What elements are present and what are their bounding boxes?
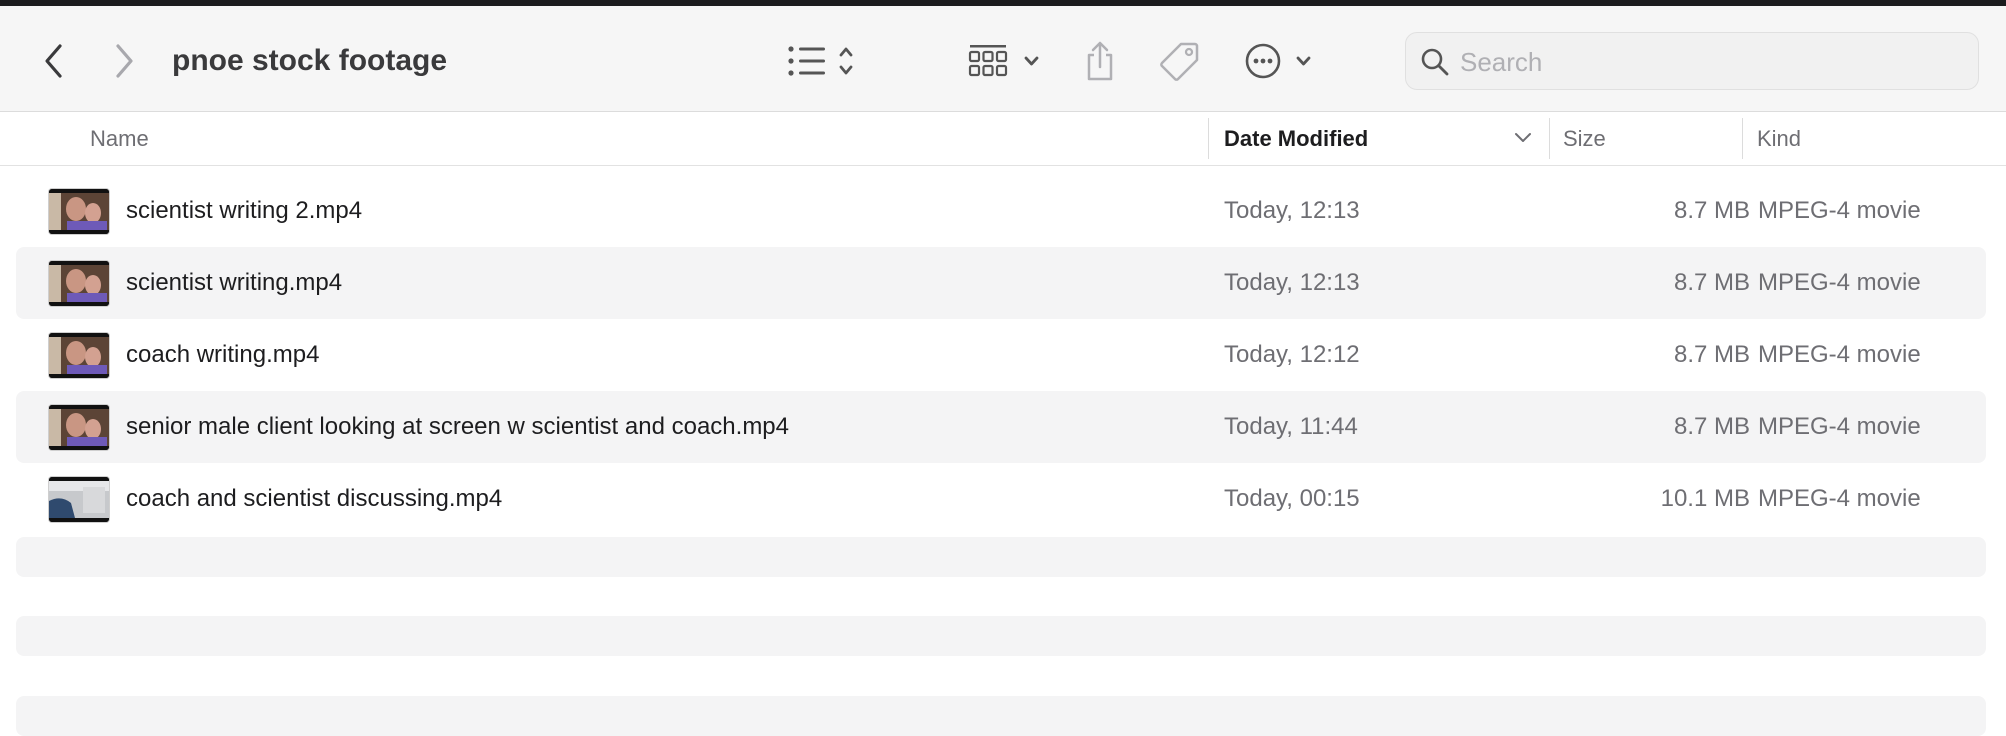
empty-row — [16, 696, 1986, 736]
column-divider[interactable] — [1742, 118, 1743, 159]
file-size: 8.7 MB — [1673, 341, 1750, 368]
file-date-modified: Today, 12:13 — [1224, 269, 1360, 296]
grid-group-icon — [968, 45, 1039, 77]
file-row[interactable]: scientist writing 2.mp4 Today, 12:13 8.7… — [16, 175, 1986, 247]
more-actions-button[interactable] — [1244, 36, 1318, 86]
video-thumbnail — [49, 261, 109, 306]
column-kind-label: Kind — [1757, 125, 1802, 151]
file-date-modified: Today, 12:12 — [1224, 341, 1360, 368]
video-thumbnail — [49, 405, 109, 450]
list-view-icon — [788, 46, 853, 76]
file-date-modified: Today, 12:13 — [1224, 197, 1360, 224]
toolbar: pnoe stock footage — [0, 6, 2006, 112]
file-name: scientist writing.mp4 — [126, 269, 343, 296]
video-thumbnail — [49, 477, 109, 522]
ellipsis-circle-icon — [1245, 43, 1311, 79]
column-date-label: Date Modified — [1224, 125, 1369, 151]
column-divider[interactable] — [1208, 118, 1209, 159]
share-icon — [1087, 41, 1113, 81]
file-name: coach writing.mp4 — [126, 341, 320, 368]
file-size: 8.7 MB — [1673, 197, 1750, 224]
column-divider[interactable] — [1549, 118, 1550, 159]
forward-button[interactable] — [104, 32, 144, 90]
file-kind: MPEG-4 movie — [1758, 341, 1921, 368]
column-name[interactable]: Name — [90, 112, 1200, 165]
column-date-modified[interactable]: Date Modified — [1224, 112, 1544, 165]
file-size: 8.7 MB — [1673, 413, 1750, 440]
file-size: 8.7 MB — [1673, 269, 1750, 296]
window-title: pnoe stock footage — [172, 44, 448, 77]
search-field[interactable] — [1405, 32, 1979, 90]
file-row[interactable]: coach and scientist discussing.mp4 Today… — [16, 463, 1986, 535]
search-input[interactable] — [1458, 41, 1962, 83]
file-name: scientist writing 2.mp4 — [126, 197, 363, 224]
file-date-modified: Today, 00:15 — [1224, 485, 1360, 512]
file-kind: MPEG-4 movie — [1758, 485, 1921, 512]
file-name: senior male client looking at screen w s… — [126, 413, 789, 440]
file-row[interactable]: coach writing.mp4 Today, 12:12 8.7 MB MP… — [16, 319, 1986, 391]
empty-row — [16, 537, 1986, 577]
file-kind: MPEG-4 movie — [1758, 197, 1921, 224]
chevron-right-icon — [116, 44, 133, 78]
tag-icon — [1160, 42, 1199, 81]
share-button[interactable] — [1080, 32, 1120, 90]
chevron-left-icon — [45, 44, 62, 78]
column-kind[interactable]: Kind — [1757, 112, 1977, 165]
column-header: Name Date Modified Size Kind — [0, 112, 2006, 166]
group-button[interactable] — [968, 36, 1048, 86]
video-thumbnail — [49, 189, 109, 234]
search-icon — [1420, 47, 1450, 82]
back-button[interactable] — [34, 32, 74, 90]
file-date-modified: Today, 11:44 — [1224, 413, 1358, 440]
view-mode-button[interactable] — [786, 36, 866, 86]
column-name-label: Name — [90, 125, 149, 151]
video-thumbnail — [49, 333, 109, 378]
column-size[interactable]: Size — [1563, 112, 1743, 165]
file-name: coach and scientist discussing.mp4 — [126, 485, 503, 512]
file-kind: MPEG-4 movie — [1758, 269, 1921, 296]
sort-descending-icon — [1515, 133, 1531, 142]
file-row[interactable]: senior male client looking at screen w s… — [16, 391, 1986, 463]
tag-button[interactable] — [1158, 32, 1202, 90]
file-size: 10.1 MB — [1660, 485, 1750, 512]
file-kind: MPEG-4 movie — [1758, 413, 1921, 440]
file-row[interactable]: scientist writing.mp4 Today, 12:13 8.7 M… — [16, 247, 1986, 319]
empty-row — [16, 616, 1986, 656]
column-size-label: Size — [1563, 125, 1606, 151]
